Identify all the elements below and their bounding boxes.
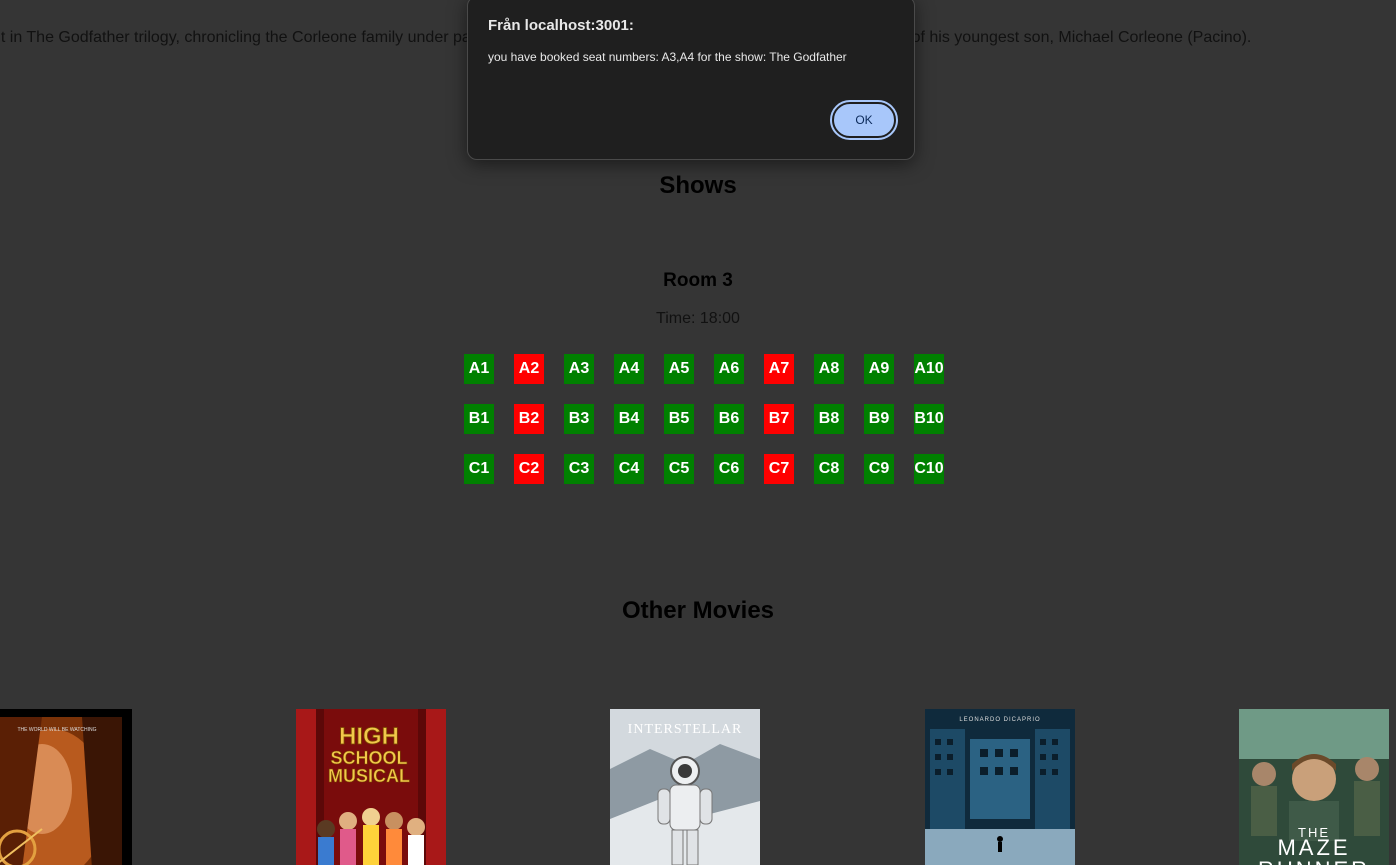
seat-c7[interactable]: C7 xyxy=(764,454,794,484)
page: nt in The Godfather trilogy, chronicling… xyxy=(0,0,1396,865)
seat-b4[interactable]: B4 xyxy=(614,404,644,434)
alert-dialog: Från localhost:3001: you have booked sea… xyxy=(467,0,915,160)
seat-b8[interactable]: B8 xyxy=(814,404,844,434)
seat-b7[interactable]: B7 xyxy=(764,404,794,434)
seat-a3[interactable]: A3 xyxy=(564,354,594,384)
interstellar-poster[interactable]: INTERSTELLAR xyxy=(610,709,760,865)
inception-poster[interactable]: LEONARDO DICAPRIO xyxy=(925,709,1075,865)
dialog-message: you have booked seat numbers: A3,A4 for … xyxy=(488,50,847,64)
seat-c3[interactable]: C3 xyxy=(564,454,594,484)
seat-a2[interactable]: A2 xyxy=(514,354,544,384)
high-school-musical-poster[interactable]: HIGH SCHOOL MUSICAL xyxy=(296,709,446,865)
show-time: Time: 18:00 xyxy=(656,310,740,327)
seat-b9[interactable]: B9 xyxy=(864,404,894,434)
seat-a7[interactable]: A7 xyxy=(764,354,794,384)
other-movies-heading: Other Movies xyxy=(621,597,775,624)
seat-c4[interactable]: C4 xyxy=(614,454,644,484)
dialog-title: Från localhost:3001: xyxy=(488,17,634,34)
seat-c2[interactable]: C2 xyxy=(514,454,544,484)
shows-heading: Shows xyxy=(659,172,737,199)
seat-b5[interactable]: B5 xyxy=(664,404,694,434)
seat-a4[interactable]: A4 xyxy=(614,354,644,384)
seat-c9[interactable]: C9 xyxy=(864,454,894,484)
poster-title-line-2: SCHOOL xyxy=(330,748,407,768)
maze-runner-poster[interactable]: THE MAZE RUNNER xyxy=(1239,709,1389,865)
poster-title-line-3: MUSICAL xyxy=(328,766,410,786)
room-title: Room 3 xyxy=(663,270,733,291)
seat-a10[interactable]: A10 xyxy=(914,354,944,384)
seat-c10[interactable]: C10 xyxy=(914,454,944,484)
poster-title-line-1: HIGH xyxy=(339,723,399,750)
seat-a1[interactable]: A1 xyxy=(464,354,494,384)
seat-c6[interactable]: C6 xyxy=(714,454,744,484)
seat-c5[interactable]: C5 xyxy=(664,454,694,484)
seat-c8[interactable]: C8 xyxy=(814,454,844,484)
seat-grid: A1 A2 A3 A4 A5 A6 A7 A8 A9 A10 B1 B2 B3 B4 B5 B6 B7 B8 B9 B… xyxy=(464,354,944,484)
seat-a8[interactable]: A8 xyxy=(814,354,844,384)
seat-c1[interactable]: C1 xyxy=(464,454,494,484)
seat-b2[interactable]: B2 xyxy=(514,404,544,434)
ok-button[interactable]: OK xyxy=(830,100,898,140)
seat-b6[interactable]: B6 xyxy=(714,404,744,434)
poster-title: INTERSTELLAR xyxy=(628,722,743,737)
seat-a6[interactable]: A6 xyxy=(714,354,744,384)
hunger-games-poster[interactable]: THE WORLD WILL BE WATCHING xyxy=(0,709,132,865)
seat-a5[interactable]: A5 xyxy=(664,354,694,384)
poster-tagline: THE WORLD WILL BE WATCHING xyxy=(18,727,97,733)
poster-credit: LEONARDO DICAPRIO xyxy=(959,717,1040,723)
seat-a9[interactable]: A9 xyxy=(864,354,894,384)
poster-title-line-3: RUNNER xyxy=(1258,857,1370,865)
seat-b3[interactable]: B3 xyxy=(564,404,594,434)
seat-b1[interactable]: B1 xyxy=(464,404,494,434)
seat-b10[interactable]: B10 xyxy=(914,404,944,434)
